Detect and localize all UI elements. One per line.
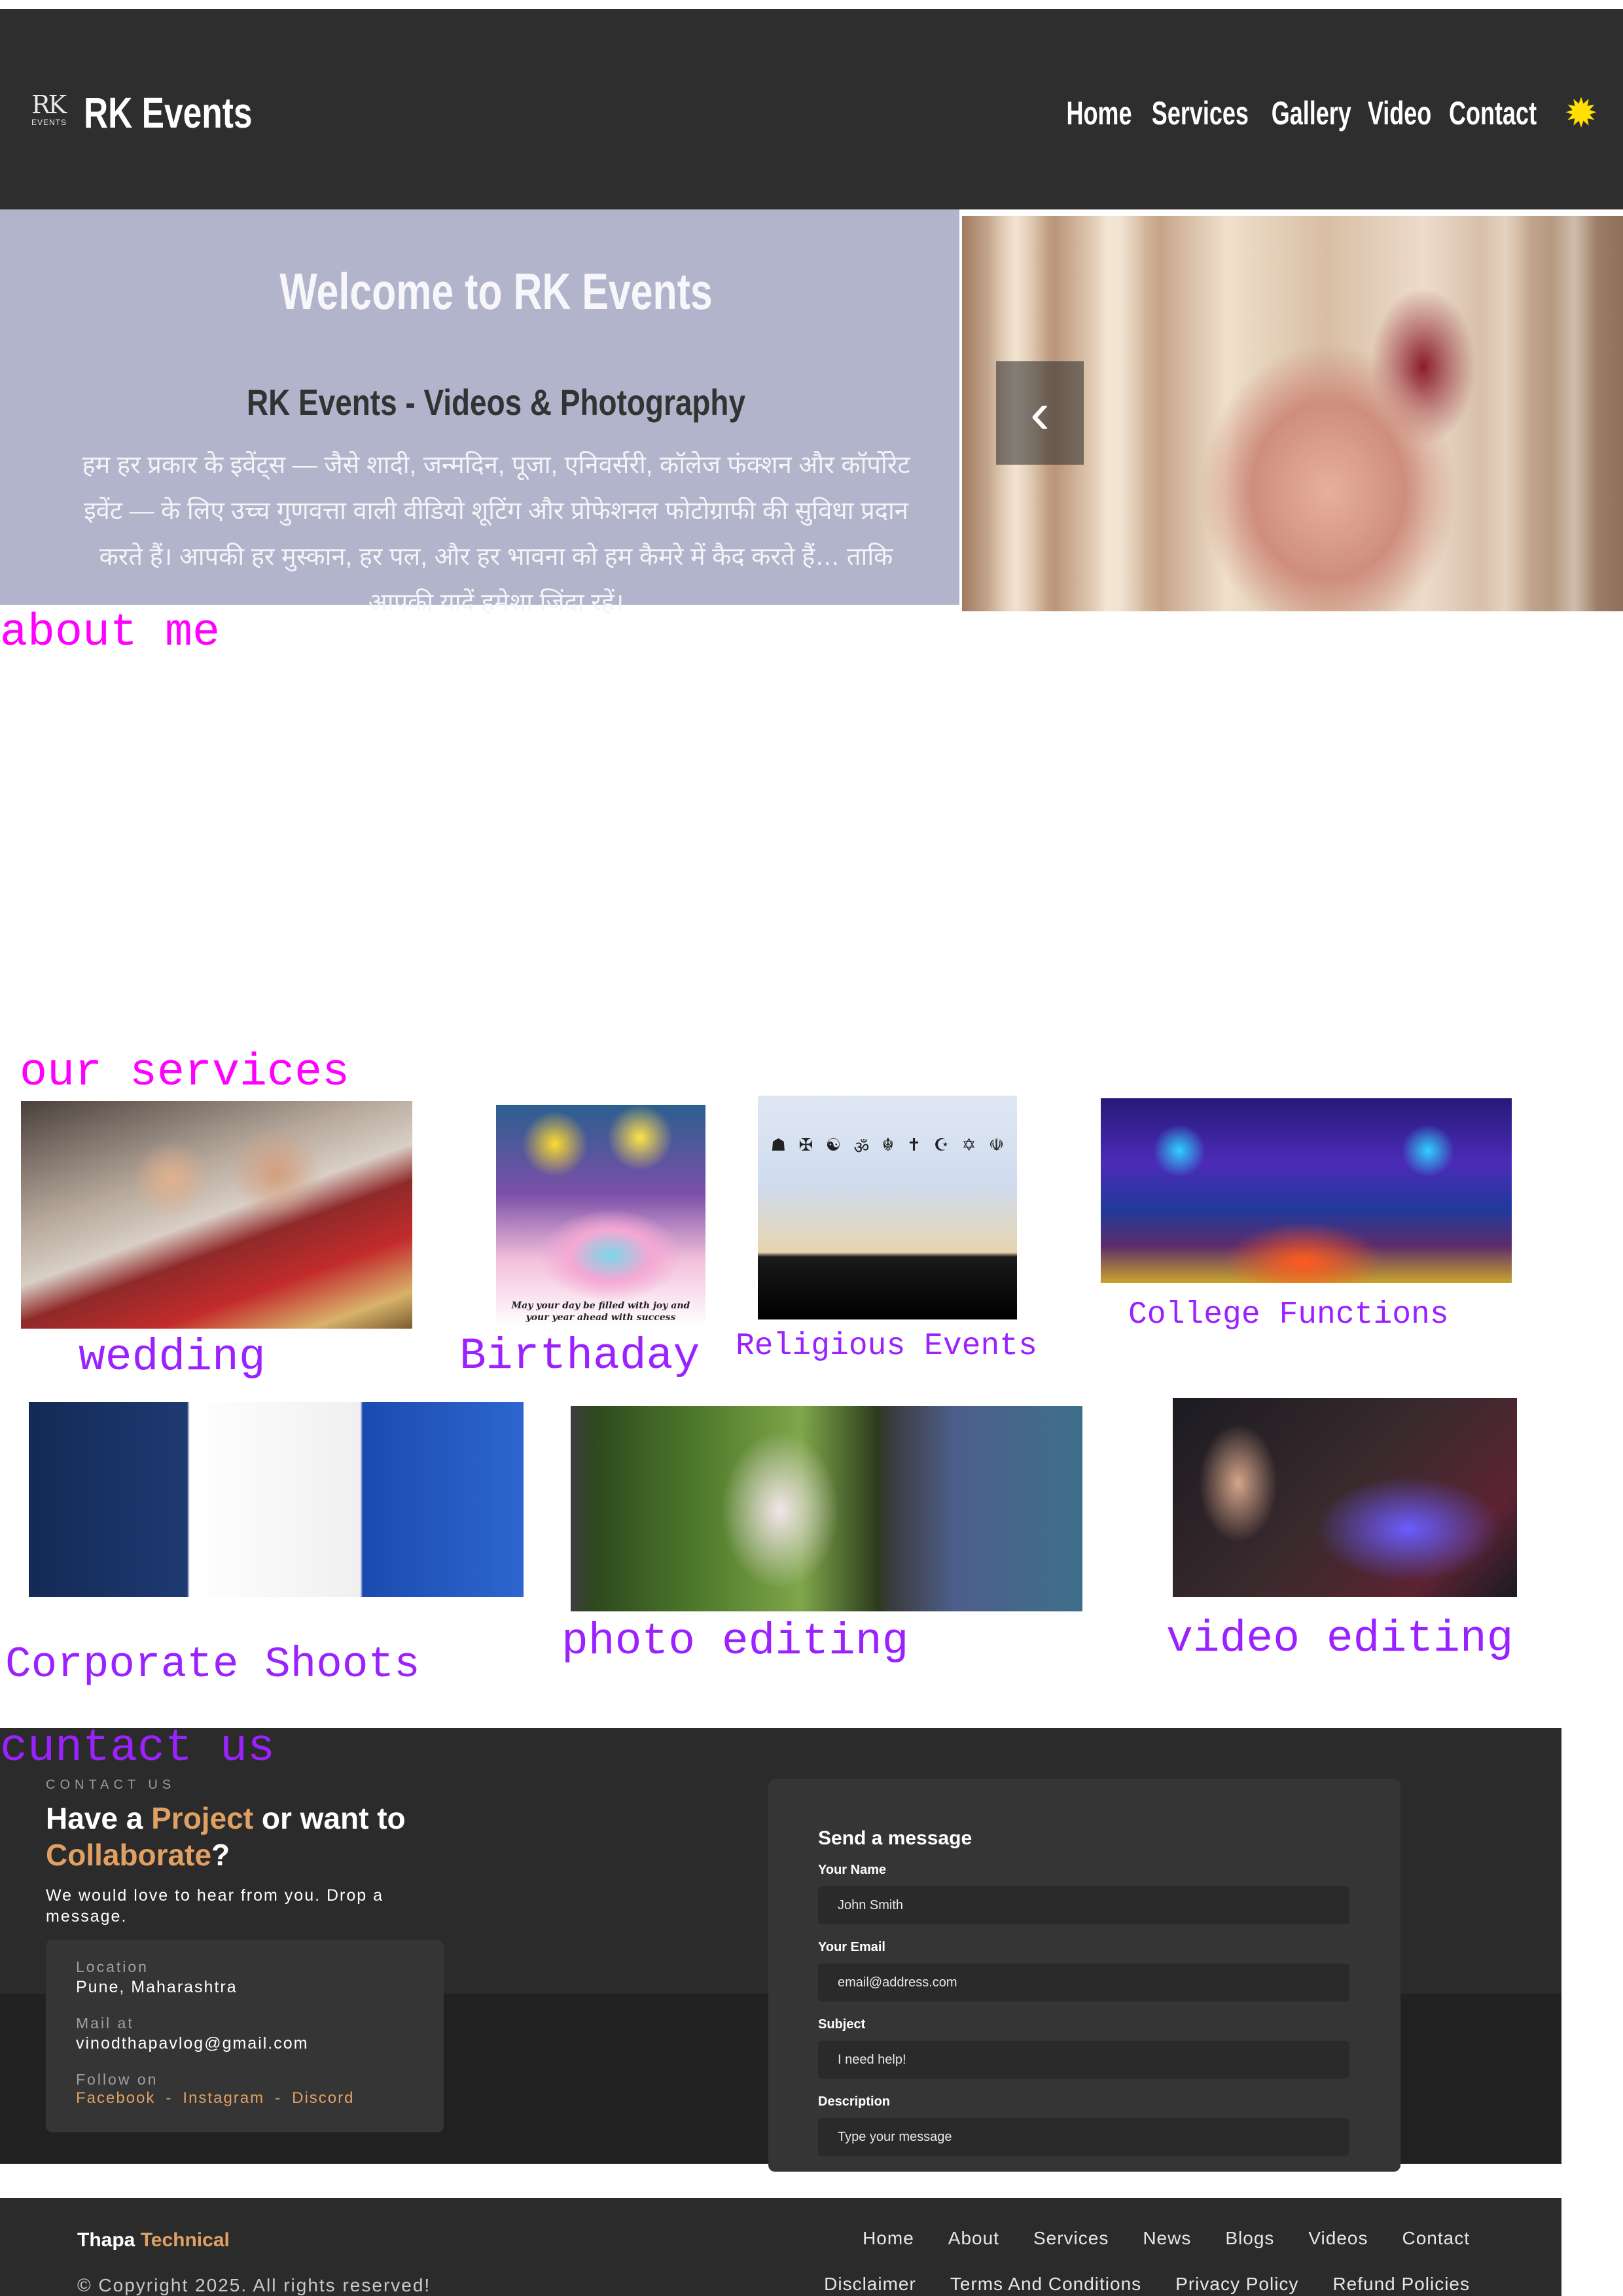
subject-label: Subject — [818, 2017, 866, 2032]
form-title: Send a message — [818, 1827, 972, 1849]
contact-title-accent: Collaborate — [46, 1838, 212, 1872]
email-label: Your Email — [818, 1940, 885, 1954]
location-value: Pune, Maharashtra — [76, 1978, 238, 1996]
service-caption-photo-editing: photo editing — [562, 1617, 909, 1667]
follow-label: Follow on — [76, 2071, 158, 2088]
footer-link-services[interactable]: Services — [1033, 2228, 1109, 2249]
corporate-shoots-image — [29, 1402, 524, 1597]
footer-brand-accent: Technical — [140, 2229, 230, 2251]
contact-title-text: Have a — [46, 1801, 152, 1835]
chevron-left-icon[interactable]: ‹ — [996, 361, 1084, 465]
photo-editing-image — [571, 1406, 1082, 1611]
mail-value[interactable]: vinodthapavlog@gmail.com — [76, 2034, 308, 2053]
footer-link-contact[interactable]: Contact — [1402, 2228, 1471, 2249]
logo-subtext: EVENTS — [31, 118, 67, 127]
religious-events-image: ☗ ✠ ☯ ॐ ☬ ✝ ☪ ✡ ☫ — [758, 1096, 1017, 1319]
contact-title-accent: Project — [151, 1801, 254, 1835]
main-nav: Home Services Gallery Video Contact — [1067, 90, 1539, 136]
birthday-card-text: May your day be filled with joy and your… — [511, 1300, 690, 1323]
contact-eyebrow: CONTACT US — [46, 1778, 176, 1792]
hero-title: Welcome to RK Events — [279, 262, 713, 320]
logo[interactable]: RK EVENTS — [31, 92, 68, 132]
location-label: Location — [76, 1958, 149, 1975]
service-caption-wedding: wedding — [79, 1333, 266, 1383]
instagram-link[interactable]: Instagram — [183, 2089, 264, 2107]
service-caption-birthday: Birthaday — [459, 1331, 700, 1382]
religion-symbols-icon: ☗ ✠ ☯ ॐ ☬ ✝ ☪ ✡ ☫ — [770, 1135, 1005, 1157]
about-heading: about me — [0, 607, 221, 659]
birthday-image: May your day be filled with joy and your… — [496, 1105, 705, 1327]
top-border — [0, 0, 1623, 9]
footer-brand[interactable]: Thapa Technical — [77, 2229, 230, 2251]
video-editing-image — [1173, 1398, 1517, 1597]
copyright: © Copyright 2025. All rights reserved! — [77, 2275, 431, 2295]
footer-link-home[interactable]: Home — [863, 2228, 914, 2249]
footer-link-blogs[interactable]: Blogs — [1225, 2228, 1274, 2249]
footer-brand-text: Thapa — [77, 2229, 141, 2251]
contact-title-text: ? — [211, 1838, 230, 1872]
brand-name[interactable]: RK Events — [84, 86, 252, 139]
name-label: Your Name — [818, 1863, 887, 1877]
service-caption-video-editing: video editing — [1166, 1614, 1514, 1664]
college-functions-image — [1101, 1098, 1512, 1283]
contact-info-card: Location Pune, Maharashtra Mail at vinod… — [46, 1940, 444, 2132]
contact-title: Have a Project or want to Collaborate? — [46, 1800, 687, 1873]
nav-home[interactable]: Home — [1067, 90, 1132, 136]
discord-link[interactable]: Discord — [292, 2089, 354, 2107]
footer-nav: Home About Services News Blogs Videos Co… — [863, 2228, 1470, 2249]
facebook-link[interactable]: Facebook — [76, 2089, 155, 2107]
hero-description: हम हर प्रकार के इवेंट्स — जैसे शादी, जन्… — [82, 452, 910, 617]
social-links: Facebook - Instagram - Discord — [76, 2089, 355, 2107]
description-field[interactable] — [818, 2118, 1349, 2156]
wedding-image — [21, 1101, 412, 1329]
nav-video[interactable]: Video — [1368, 90, 1431, 136]
footer-link-videos[interactable]: Videos — [1308, 2228, 1368, 2249]
logo-text: RK — [31, 90, 67, 119]
description-label: Description — [818, 2094, 891, 2109]
contact-title-text: or want to — [253, 1801, 406, 1835]
service-caption-college: College Functions — [1128, 1297, 1449, 1333]
mail-label: Mail at — [76, 2015, 134, 2032]
footer-link-about[interactable]: About — [948, 2228, 999, 2249]
service-caption-religious: Religious Events — [736, 1329, 1037, 1364]
footer-legal-nav: Disclaimer Terms And Conditions Privacy … — [824, 2274, 1470, 2295]
nav-services[interactable]: Services — [1152, 90, 1249, 136]
contact-intro-text: We would love to hear from you. Drop a m… — [46, 1886, 384, 1926]
message-form: Send a message Your Name Your Email Subj… — [768, 1779, 1400, 2172]
nav-gallery[interactable]: Gallery — [1272, 90, 1351, 136]
contact-heading: cuntact us — [0, 1723, 276, 1774]
footer-link-disclaimer[interactable]: Disclaimer — [824, 2274, 916, 2295]
footer-link-news[interactable]: News — [1143, 2228, 1191, 2249]
footer-link-refund[interactable]: Refund Policies — [1332, 2274, 1470, 2295]
footer-link-terms[interactable]: Terms And Conditions — [950, 2274, 1141, 2295]
footer-link-privacy[interactable]: Privacy Policy — [1175, 2274, 1298, 2295]
subject-field[interactable] — [818, 2041, 1349, 2079]
service-caption-corporate: Corporate Shoots — [5, 1640, 420, 1689]
nav-contact[interactable]: Contact — [1449, 90, 1537, 136]
name-field[interactable] — [818, 1886, 1349, 1924]
email-field[interactable] — [818, 1964, 1349, 2001]
hero-subtitle: RK Events - Videos & Photography — [246, 382, 746, 423]
services-heading: our services — [20, 1047, 350, 1099]
sun-icon[interactable]: ✹ — [1563, 88, 1599, 137]
